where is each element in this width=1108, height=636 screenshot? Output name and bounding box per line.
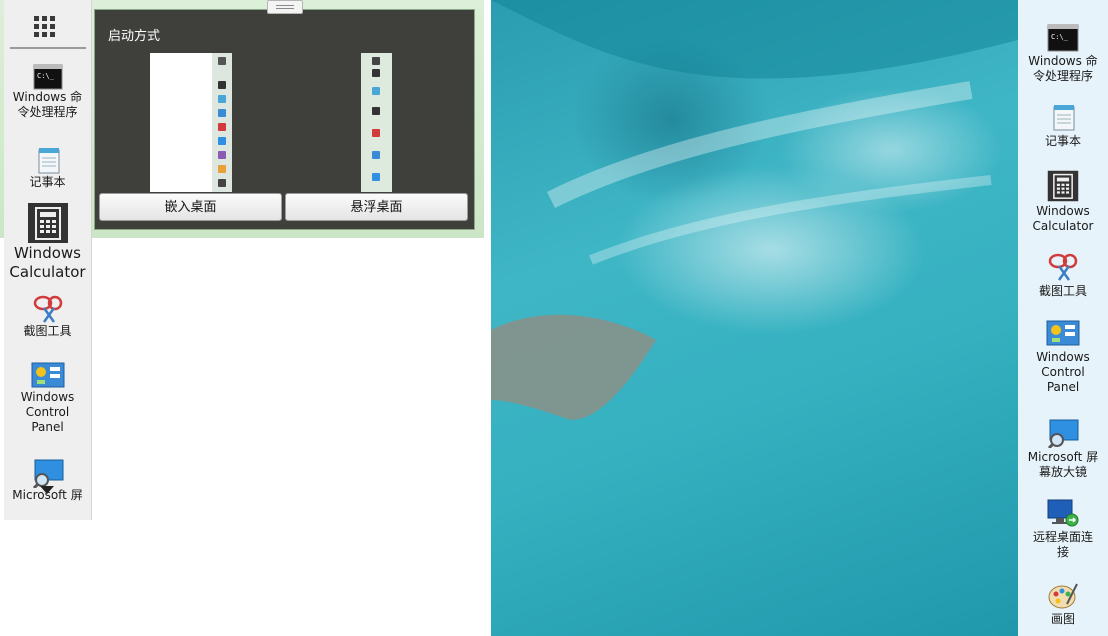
wave-image <box>491 0 1018 420</box>
desktop-icon-label: Microsoft 屏 幕放大镜 <box>1027 450 1099 479</box>
launcher-item-magnifier[interactable]: Microsoft 屏 <box>4 458 91 503</box>
embed-desktop-button[interactable]: 嵌入桌面 <box>99 193 282 221</box>
float-desktop-button[interactable]: 悬浮桌面 <box>285 193 468 221</box>
desktop-icon-paint[interactable]: 画图 <box>1018 582 1108 627</box>
notepad-icon <box>1053 105 1075 131</box>
launcher-item-label: Windows 命 令处理程序 <box>12 90 83 119</box>
desktop-icon-cmd[interactable]: C:\_ Windows 命 令处理程序 <box>1018 24 1108 84</box>
desktop-icon-label: Windows Control Panel <box>1036 350 1090 394</box>
desktop-icon-label: 记事本 <box>1044 134 1081 148</box>
desktop-icon-calculator[interactable]: Windows Calculator <box>1018 170 1108 234</box>
desktop-wallpaper <box>491 0 1018 636</box>
launcher-item-notepad[interactable]: 记事本 <box>4 145 91 190</box>
app-grid-icon[interactable] <box>34 16 56 38</box>
desktop-icon-label: Windows 命 令处理程序 <box>1028 54 1098 83</box>
float-mode-preview <box>361 53 392 192</box>
launcher-item-label: Windows Calculator <box>9 244 86 281</box>
magnifier-icon <box>32 459 63 488</box>
launcher-item-cmd[interactable]: C:\_ Windows 命 令处理程序 <box>4 64 91 120</box>
desktop-icon-control-panel[interactable]: Windows Control Panel <box>1018 320 1108 395</box>
sidebar-divider <box>10 47 86 49</box>
paint-palette-icon <box>1048 583 1078 609</box>
desktop-icon-label: Windows Calculator <box>1032 204 1094 233</box>
scissors-icon <box>1048 253 1078 281</box>
launcher-item-label: 截图工具 <box>23 324 72 338</box>
cmd-icon: C:\_ <box>1047 24 1079 52</box>
launcher-item-control-panel[interactable]: Windows Control Panel <box>4 362 91 435</box>
launcher-item-label: 记事本 <box>29 175 66 189</box>
desktop-icon-remote-desktop[interactable]: 远程桌面连 接 <box>1018 498 1108 560</box>
calculator-icon <box>1047 170 1079 202</box>
desktop-icon-snipping-tool[interactable]: 截图工具 <box>1018 252 1108 299</box>
svg-text:C:\_: C:\_ <box>37 72 55 80</box>
scissors-icon <box>33 295 62 323</box>
calculator-icon <box>27 203 68 243</box>
scroll-down-chevron-icon[interactable] <box>40 486 54 494</box>
app-launcher-sidebar: C:\_ Windows 命 令处理程序 记事本 Windows Calcula… <box>4 0 92 520</box>
launcher-item-calculator[interactable]: Windows Calculator <box>4 202 91 282</box>
desktop-icon-magnifier[interactable]: Microsoft 屏 幕放大镜 <box>1018 418 1108 480</box>
launcher-item-snipping-tool[interactable]: 截图工具 <box>4 294 91 339</box>
desktop-icon-label: 远程桌面连 接 <box>1032 530 1093 559</box>
control-panel-icon <box>1046 320 1080 346</box>
launch-mode-popup: 启动方式 嵌入桌面 悬浮桌面 <box>94 0 475 230</box>
desktop-icon-label: 截图工具 <box>1038 284 1087 298</box>
svg-text:C:\_: C:\_ <box>1051 33 1069 41</box>
embed-mode-preview <box>150 53 232 192</box>
control-panel-icon <box>31 362 64 388</box>
notepad-icon <box>38 148 59 174</box>
popup-title: 启动方式 <box>108 29 161 44</box>
magnifier-icon <box>1047 419 1079 448</box>
launcher-item-label: Windows Control Panel <box>20 390 75 434</box>
cmd-icon: C:\_ <box>33 64 62 90</box>
remote-desktop-icon <box>1047 499 1079 527</box>
desktop-icon-notepad[interactable]: 记事本 <box>1018 102 1108 149</box>
desktop-icon-column: C:\_ Windows 命 令处理程序 记事本 Windows Calcula… <box>1018 0 1108 636</box>
desktop-icon-label: 画图 <box>1050 612 1075 626</box>
popup-drag-handle[interactable] <box>267 0 303 14</box>
